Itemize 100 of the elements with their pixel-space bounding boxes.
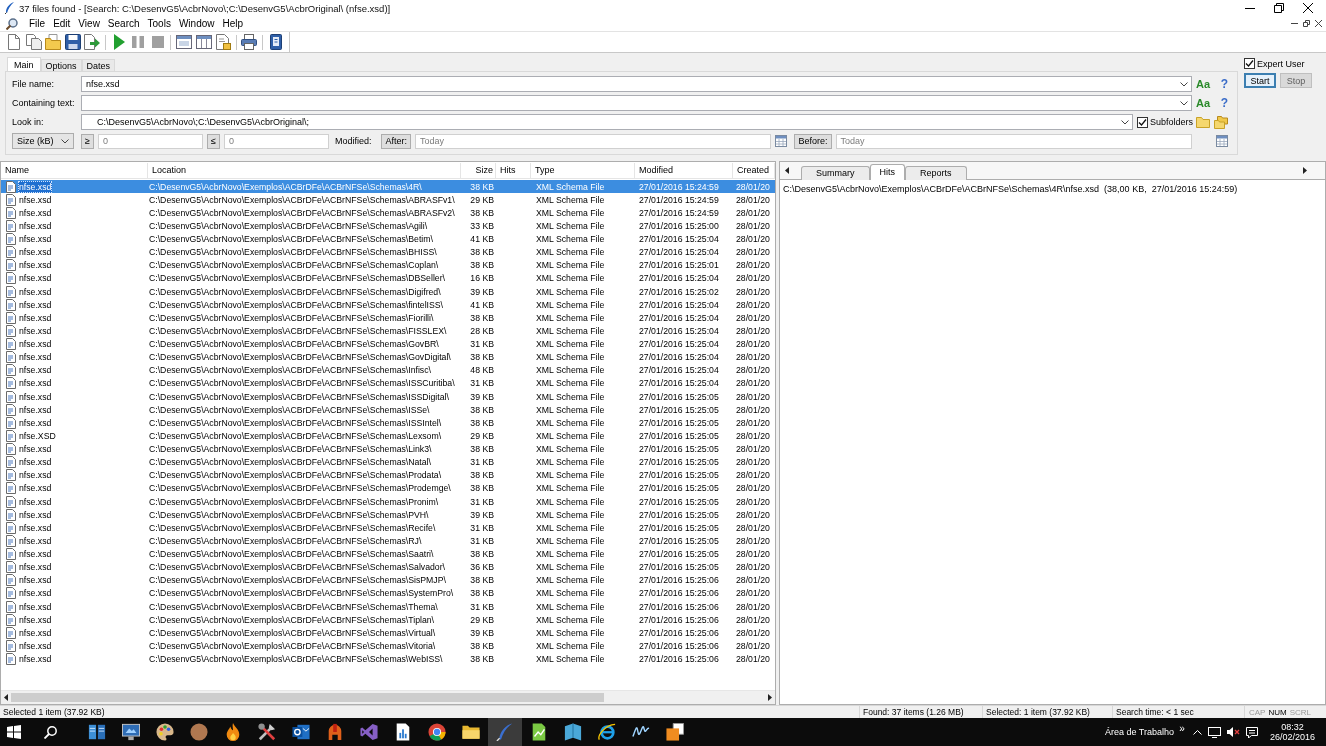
horizontal-scrollbar[interactable] [1,690,775,704]
file-name[interactable]: nfse.xsd [18,534,53,547]
file-name[interactable]: nfse.xsd [18,482,53,495]
document-icon[interactable] [215,34,232,50]
folders-icon[interactable] [1214,115,1228,129]
start-button[interactable]: Start [1244,73,1276,88]
column-header[interactable]: Created [733,162,775,178]
column-header[interactable]: Location [148,162,461,178]
column-header[interactable]: Size [461,162,496,178]
window-columns-icon[interactable] [195,34,212,50]
match-case-button[interactable]: Aa [1196,96,1211,110]
speaker-muted-icon[interactable] [1226,727,1240,737]
file-name[interactable]: nfse.xsd [18,311,53,324]
menu-item[interactable]: File [25,16,50,31]
file-name[interactable]: nfse.xsd [18,285,53,298]
file-name[interactable]: nfse.xsd [18,495,53,508]
file-name[interactable]: nfse.xsd [18,377,53,390]
file-name[interactable]: nfse.xsd [18,259,53,272]
file-name[interactable]: nfse.xsd [18,456,53,469]
arrow-right-icon[interactable] [1303,167,1307,174]
file-name[interactable]: nfse.xsd [18,272,53,285]
file-name[interactable]: nfse.xsd [18,508,53,521]
book-icon[interactable] [267,34,284,50]
file-name[interactable]: nfse.xsd [18,653,53,666]
arrow-left-icon[interactable] [785,167,789,174]
tab[interactable]: Reports [905,166,967,180]
file-name[interactable]: nfse.xsd [18,233,53,246]
restore-button[interactable] [1302,19,1311,28]
clock-time[interactable]: 08:32 [1281,722,1304,732]
column-header[interactable]: Hits [496,162,531,178]
tab[interactable]: Options [40,59,82,71]
file-name[interactable]: nfse.xsd [18,403,53,416]
menu-item[interactable]: Tools [143,16,175,31]
network-icon[interactable] [1207,726,1221,738]
modified-date: 27/01/2016 15:25:05 [638,548,720,561]
size-unit-dropdown[interactable]: Size (kB) [12,133,74,149]
file-name[interactable]: nfse.xsd [18,364,53,377]
save-icon[interactable] [64,34,81,50]
checkbox[interactable] [1244,58,1255,69]
calendar-icon[interactable] [1216,135,1228,147]
file-name[interactable]: nfse.xsd [18,193,53,206]
file-name[interactable]: nfse.xsd [18,469,53,482]
printer-icon[interactable] [241,34,258,50]
file-name[interactable]: nfse.xsd [18,613,53,626]
stop-icon[interactable] [149,34,166,50]
file-name[interactable]: nfse.xsd [18,416,53,429]
tab[interactable]: Main [7,57,41,71]
menu-item[interactable]: Search [103,16,144,31]
file-name[interactable]: nfse.xsd [18,521,53,534]
arrow-right-icon[interactable] [768,694,772,701]
file-name[interactable]: nfse.xsd [18,246,53,259]
calendar-icon[interactable] [775,135,788,147]
clock-date[interactable]: 26/02/2016 [1269,732,1315,742]
notification-icon[interactable] [1245,726,1258,738]
help-button[interactable]: ? [1220,77,1228,91]
file-name[interactable]: nfse.xsd [18,390,53,403]
help-button[interactable]: ? [1220,96,1228,110]
file-name[interactable]: nfse.xsd [18,561,53,574]
column-header[interactable]: Name [1,162,148,178]
toolbar-overflow-button[interactable]: » [1176,722,1187,734]
menu-item[interactable]: Edit [49,16,75,31]
match-case-button[interactable]: Aa [1196,77,1211,91]
file-name[interactable]: nfse.xsd [18,600,53,613]
column-header[interactable]: Modified [635,162,733,178]
file-name[interactable]: nfse.XSD [18,429,57,442]
file-name[interactable]: nfse.xsd [18,626,53,639]
menu-item[interactable]: View [74,16,104,31]
export-icon[interactable] [84,34,101,50]
file-name[interactable]: nfse.xsd [18,206,53,219]
scrollbar-thumb[interactable] [11,693,604,702]
file-name[interactable]: nfse.xsd [18,443,53,456]
file-name[interactable]: nfse.xsd [18,180,53,193]
look-in-field[interactable]: C:\DesenvG5\AcbrNovo\;C:\DesenvG5\AcbrOriginal\; [81,114,1133,130]
column-header[interactable]: Type [531,162,635,178]
file-name[interactable]: nfse.xsd [18,338,53,351]
hit-line[interactable]: C:\DesenvG5\AcbrNovo\Exemplos\ACBrDFe\ACBrNFSe\Schemas\4R\nfse.xsd (38,00 KB, 27/01/2016 15:24:59) [780,180,1325,198]
checkbox[interactable] [1137,116,1148,128]
file-name[interactable]: nfse.xsd [18,587,53,600]
pause-icon[interactable] [130,34,147,50]
file-name[interactable]: nfse.xsd [18,574,53,587]
tab[interactable]: Dates [81,59,116,71]
tab[interactable]: Hits [869,164,905,180]
menu-item[interactable]: Help [218,16,248,31]
file-name[interactable]: nfse.xsd [18,324,53,337]
file-name[interactable]: nfse.xsd [18,351,53,364]
window-icon[interactable] [175,34,192,50]
file-name[interactable]: nfse.xsd [18,298,53,311]
copy-documents-icon[interactable] [25,34,42,50]
file-icon [6,364,16,377]
chevron-up-icon[interactable] [1192,729,1202,735]
close-button[interactable] [1314,19,1323,28]
file-name[interactable]: nfse.xsd [18,639,53,652]
file-name[interactable]: nfse.xsd [18,219,53,232]
containing-text-field[interactable] [81,95,1192,111]
menu-item[interactable]: Window [174,16,219,31]
file-name[interactable]: nfse.xsd [18,548,53,561]
arrow-left-icon[interactable] [4,694,8,701]
tab[interactable]: Summary [801,166,870,180]
new-document-icon[interactable] [6,34,22,50]
file-name-field[interactable]: nfse.xsd [81,76,1192,92]
